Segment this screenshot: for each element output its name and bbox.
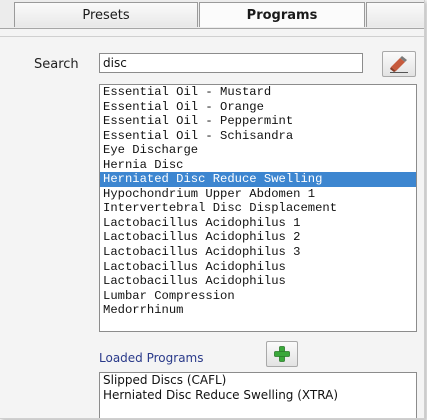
list-item[interactable]: Hypochondrium Upper Abdomen 1: [100, 187, 416, 202]
tab-divider: [0, 28, 424, 29]
list-item[interactable]: Lumbar Compression: [100, 289, 416, 304]
list-item[interactable]: Intervertebral Disc Displacement: [100, 201, 416, 216]
search-input[interactable]: disc: [99, 53, 363, 73]
list-item[interactable]: Essential Oil - Peppermint: [100, 114, 416, 129]
list-item[interactable]: Lactobacillus Acidophilus 1: [100, 216, 416, 231]
list-item[interactable]: Hernia Disc: [100, 158, 416, 173]
loaded-programs-list[interactable]: Slipped Discs (CAFL) Herniated Disc Reduc…: [99, 372, 417, 418]
list-item[interactable]: Lactobacillus Acidophilus 3: [100, 245, 416, 260]
clear-search-button[interactable]: [382, 51, 416, 77]
programs-panel: Presets Programs Search disc Essential O…: [0, 0, 425, 419]
search-label: Search: [34, 57, 79, 72]
loaded-programs-label: Loaded Programs: [99, 351, 204, 365]
tab-programs[interactable]: Programs: [199, 2, 365, 27]
tab-overflow[interactable]: [366, 2, 424, 27]
program-listbox[interactable]: Essential Oil - Mustard Essential Oil - O…: [99, 84, 417, 332]
list-item[interactable]: Essential Oil - Mustard: [100, 85, 416, 100]
list-item[interactable]: Eye Discharge: [100, 143, 416, 158]
list-item[interactable]: Lactobacillus Acidophilus: [100, 260, 416, 275]
loaded-program-item[interactable]: Slipped Discs (CAFL): [100, 373, 416, 388]
content-divider: [0, 36, 424, 37]
eraser-icon: [390, 56, 408, 73]
list-item[interactable]: Medorrhinum: [100, 303, 416, 318]
list-item[interactable]: Essential Oil - Schisandra: [100, 129, 416, 144]
list-item-selected[interactable]: Herniated Disc Reduce Swelling: [100, 172, 416, 187]
tab-strip: Presets Programs: [0, 0, 424, 29]
plus-icon: [274, 346, 290, 362]
list-item[interactable]: Lactobacillus Acidophilus: [100, 274, 416, 289]
list-item[interactable]: Essential Oil - Orange: [100, 100, 416, 115]
loaded-program-item[interactable]: Herniated Disc Reduce Swelling (XTRA): [100, 388, 416, 403]
add-program-button[interactable]: [266, 341, 298, 367]
list-item[interactable]: Lactobacillus Acidophilus 2: [100, 230, 416, 245]
tab-presets[interactable]: Presets: [14, 2, 198, 27]
